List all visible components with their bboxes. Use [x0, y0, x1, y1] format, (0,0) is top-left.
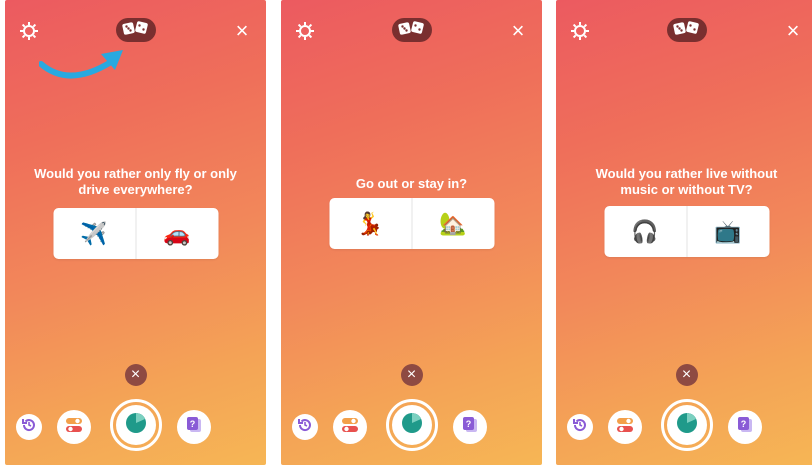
poll-option-airplane[interactable]: ✈️: [53, 208, 135, 259]
dice-icon: [121, 20, 150, 40]
toggle-button[interactable]: [333, 410, 367, 444]
dice-icon: [397, 20, 426, 40]
pie-chart-icon: [124, 411, 148, 440]
question-card-icon: ?: [184, 415, 204, 440]
capture-inner: [391, 405, 432, 445]
dice-button[interactable]: [115, 18, 156, 42]
poll-sticker: ✈️ 🚗: [53, 208, 218, 259]
question-card-icon: ?: [460, 415, 480, 440]
history-button[interactable]: [292, 414, 318, 440]
svg-text:?: ?: [466, 419, 472, 429]
poll-sticker: 💃 🏡: [329, 198, 494, 249]
history-icon: [297, 417, 313, 438]
annotation-arrow: [39, 50, 123, 79]
dismiss-sticker-button[interactable]: ×: [400, 364, 423, 386]
capture-button[interactable]: [109, 399, 162, 451]
bottom-toolbar: ?: [556, 399, 812, 451]
close-icon[interactable]: ×: [233, 20, 251, 42]
pie-chart-icon: [400, 411, 424, 440]
close-icon[interactable]: ×: [509, 20, 527, 42]
question-button[interactable]: ?: [177, 410, 211, 444]
gear-icon[interactable]: [295, 21, 315, 41]
capture-button[interactable]: [385, 399, 438, 451]
poll-question: Would you rather only fly or only drive …: [34, 166, 237, 197]
svg-text:?: ?: [741, 419, 747, 429]
top-bar: ×: [556, 18, 812, 44]
history-icon: [572, 417, 588, 438]
poll-option-dancer[interactable]: 💃: [329, 198, 411, 249]
poll-question: Go out or stay in?: [355, 176, 468, 191]
close-icon[interactable]: ×: [784, 20, 802, 42]
history-button[interactable]: [567, 414, 593, 440]
dice-button[interactable]: [666, 18, 707, 42]
poll-question: Would you rather live without music or w…: [595, 166, 778, 197]
story-panel-1: × Would you rather only fly or only driv…: [5, 0, 266, 465]
bottom-toolbar: ?: [281, 399, 542, 451]
toggles-icon: [615, 415, 635, 440]
toggles-icon: [340, 415, 360, 440]
gear-icon[interactable]: [570, 21, 590, 41]
bottom-toolbar: ?: [5, 399, 266, 451]
question-card-icon: ?: [735, 415, 755, 440]
dice-button[interactable]: [391, 18, 432, 42]
poll-option-car[interactable]: 🚗: [135, 208, 218, 259]
dismiss-sticker-button[interactable]: ×: [124, 364, 147, 386]
capture-inner: [666, 405, 707, 445]
pie-chart-icon: [675, 411, 699, 440]
history-icon: [21, 417, 37, 438]
dice-icon: [672, 20, 701, 40]
dismiss-sticker-button[interactable]: ×: [675, 364, 698, 386]
poll-option-house[interactable]: 🏡: [411, 198, 494, 249]
capture-button[interactable]: [660, 399, 713, 451]
story-panel-2: × Go out or stay in? 💃 🏡 × ?: [281, 0, 542, 465]
poll-option-headphones[interactable]: 🎧: [604, 206, 686, 257]
toggles-icon: [64, 415, 84, 440]
capture-inner: [115, 405, 156, 445]
top-bar: ×: [5, 18, 266, 44]
history-button[interactable]: [16, 414, 42, 440]
gear-icon[interactable]: [19, 21, 39, 41]
top-bar: ×: [281, 18, 542, 44]
question-button[interactable]: ?: [728, 410, 762, 444]
toggle-button[interactable]: [608, 410, 642, 444]
question-button[interactable]: ?: [453, 410, 487, 444]
poll-option-tv[interactable]: 📺: [686, 206, 769, 257]
poll-sticker: 🎧 📺: [604, 206, 769, 257]
story-panel-3: × Would you rather live without music or…: [556, 0, 812, 465]
toggle-button[interactable]: [57, 410, 91, 444]
svg-text:?: ?: [190, 419, 196, 429]
